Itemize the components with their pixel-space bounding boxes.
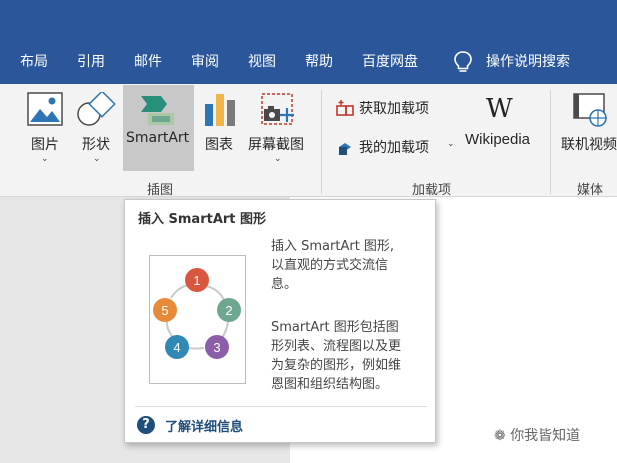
group-separator — [550, 90, 551, 194]
add-ins-store-icon — [336, 100, 354, 116]
help-icon: ? — [137, 416, 155, 434]
cycle-node-3: 3 — [205, 335, 229, 359]
group-label-addins: 加载项 — [412, 183, 452, 198]
online-video-icon — [573, 93, 607, 127]
ribbon-tab-bar: 布局 引用 邮件 审阅 视图 帮助 百度网盘 操作说明搜索 — [0, 40, 617, 84]
wikipedia-label: Wikipedia — [465, 131, 531, 148]
cycle-diagram: 1 2 3 4 5 — [153, 268, 241, 359]
shapes-label: 形状 — [82, 137, 110, 153]
tooltip-divider — [135, 406, 427, 407]
tooltip-title: 插入 SmartArt 图形 — [138, 212, 267, 227]
tab-baidu-netdisk[interactable]: 百度网盘 — [362, 53, 418, 71]
tab-review[interactable]: 审阅 — [191, 53, 219, 71]
online-video-button[interactable]: 联机视频 — [558, 88, 617, 172]
chart-button[interactable]: 图表 — [200, 88, 240, 172]
tab-layout[interactable]: 布局 — [20, 53, 48, 71]
chart-label: 图表 — [205, 137, 233, 153]
group-label-media: 媒体 — [577, 183, 604, 198]
tooltip-details: SmartArt 图形包括图 形列表、流程图以及更 为复杂的图形，例如维 恩图和… — [271, 320, 402, 392]
get-addins-button[interactable]: 获取加载项 — [333, 96, 443, 120]
screenshot-icon — [261, 93, 294, 125]
wikipedia-button[interactable]: W Wikipedia — [462, 90, 540, 156]
svg-text:1: 1 — [193, 273, 200, 288]
smartart-label: SmartArt — [126, 130, 190, 146]
svg-text:3: 3 — [213, 340, 220, 355]
chevron-down-icon: ⌄ — [274, 154, 282, 164]
chevron-down-icon: ⌄ — [447, 139, 455, 149]
my-addins-label: 我的加载项 — [359, 140, 429, 156]
lightbulb-icon[interactable] — [452, 50, 474, 74]
screenshot-label: 屏幕截图 — [248, 137, 304, 153]
svg-text:4: 4 — [173, 340, 180, 355]
chart-icon — [205, 94, 235, 126]
cycle-node-5: 5 — [153, 298, 177, 322]
learn-more-label[interactable]: 了解详细信息 — [165, 416, 243, 435]
wechat-icon: ❁ — [494, 428, 506, 444]
tab-references[interactable]: 引用 — [77, 53, 105, 71]
tell-me-search[interactable]: 操作说明搜索 — [486, 53, 570, 71]
tab-mailings[interactable]: 邮件 — [134, 53, 162, 71]
cycle-node-4: 4 — [165, 335, 189, 359]
watermark: ❁ 你我皆知道 — [494, 428, 581, 444]
shapes-icon — [77, 92, 116, 126]
smartart-button[interactable]: SmartArt — [123, 85, 194, 171]
ribbon-insert: 图片 ⌄ 形状 ⌄ SmartArt 图表 屏幕截图 ⌄ 插图 获取加载项 我的… — [0, 84, 617, 198]
group-separator — [321, 90, 322, 194]
pictures-label: 图片 — [31, 137, 59, 153]
screenshot-button[interactable]: 屏幕截图 ⌄ — [246, 88, 310, 172]
svg-text:2: 2 — [225, 303, 232, 318]
my-addins-icon — [339, 143, 351, 155]
smartart-tooltip: 插入 SmartArt 图形 1 2 3 4 5 插入 SmartArt 图形, 以直观… — [124, 199, 436, 443]
title-bar — [0, 0, 617, 40]
group-label-illustrations: 插图 — [147, 183, 174, 198]
chevron-down-icon: ⌄ — [41, 154, 49, 164]
cycle-node-1: 1 — [185, 268, 209, 292]
cycle-node-2: 2 — [217, 298, 241, 322]
my-addins-button[interactable]: 我的加载项 ⌄ — [333, 135, 459, 159]
chevron-down-icon: ⌄ — [93, 154, 101, 164]
smartart-preview-image: 1 2 3 4 5 — [149, 255, 246, 384]
online-video-label: 联机视频 — [561, 137, 617, 153]
tooltip-description: 插入 SmartArt 图形, 以直观的方式交流信 息。 — [271, 239, 395, 292]
get-addins-label: 获取加载项 — [359, 101, 429, 117]
shapes-button[interactable]: 形状 ⌄ — [74, 88, 120, 172]
picture-icon — [27, 92, 63, 126]
tab-view[interactable]: 视图 — [248, 53, 276, 71]
wikipedia-icon: W — [486, 94, 513, 124]
smartart-icon — [141, 96, 174, 125]
pictures-button[interactable]: 图片 ⌄ — [20, 88, 70, 172]
svg-text:5: 5 — [161, 303, 168, 318]
tab-help[interactable]: 帮助 — [305, 53, 333, 71]
